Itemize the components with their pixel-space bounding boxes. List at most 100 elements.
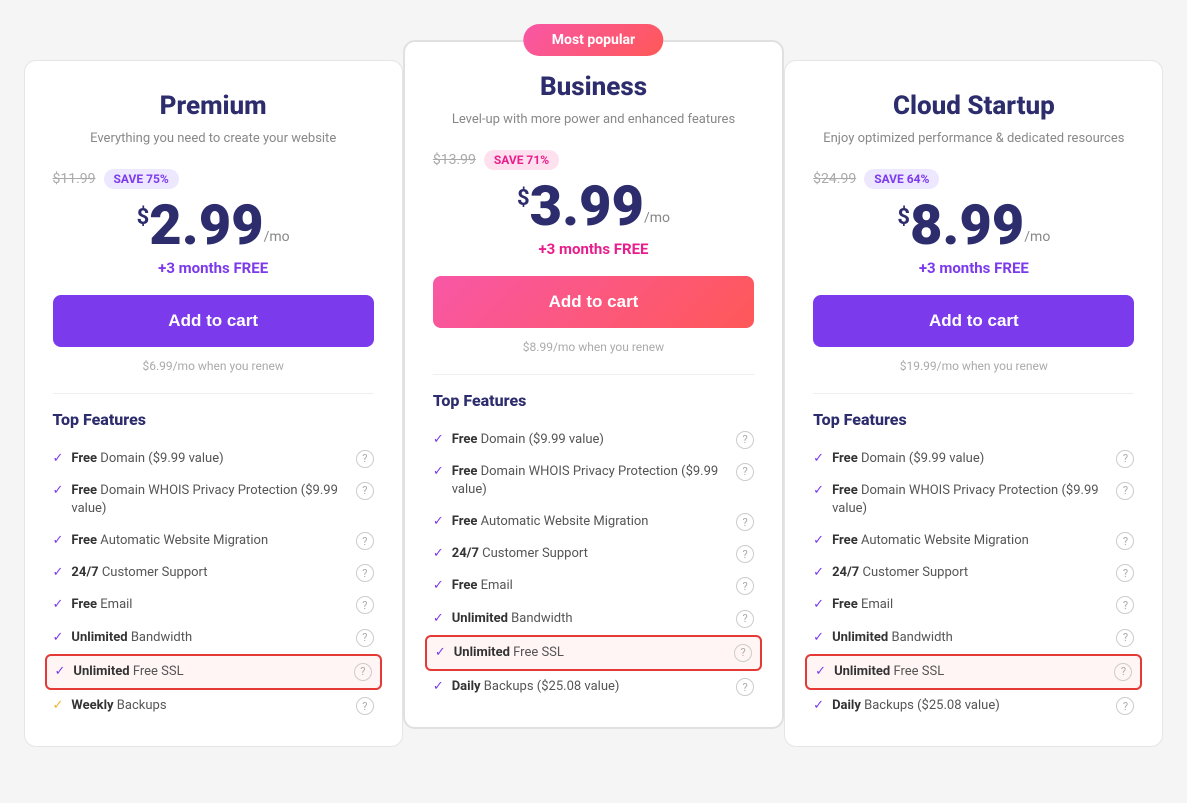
help-icon-premium-6[interactable]: ? bbox=[354, 663, 372, 681]
add-to-cart-button-premium[interactable]: Add to cart bbox=[53, 295, 374, 347]
price-per-cloud-startup: /mo bbox=[1024, 229, 1050, 245]
feature-text-cloud-startup-0: Free Domain ($9.99 value) bbox=[832, 450, 984, 468]
check-icon-business-4: ✓ bbox=[433, 578, 444, 593]
add-to-cart-button-cloud-startup[interactable]: Add to cart bbox=[813, 295, 1134, 347]
help-icon-premium-3[interactable]: ? bbox=[356, 564, 374, 582]
price-amount-premium: 2.99 bbox=[149, 197, 263, 253]
help-icon-business-3[interactable]: ? bbox=[736, 545, 754, 563]
check-icon-premium-7: ✓ bbox=[53, 698, 64, 713]
feature-left-premium-2: ✓ Free Automatic Website Migration bbox=[53, 532, 348, 550]
check-icon-business-6: ✓ bbox=[435, 645, 446, 660]
help-icon-cloud-startup-4[interactable]: ? bbox=[1116, 596, 1134, 614]
card-subtitle-premium: Everything you need to create your websi… bbox=[53, 129, 374, 149]
help-icon-business-2[interactable]: ? bbox=[736, 513, 754, 531]
check-icon-cloud-startup-3: ✓ bbox=[813, 565, 824, 580]
check-icon-business-5: ✓ bbox=[433, 611, 444, 626]
check-icon-cloud-startup-4: ✓ bbox=[813, 597, 824, 612]
check-icon-cloud-startup-5: ✓ bbox=[813, 630, 824, 645]
help-icon-business-4[interactable]: ? bbox=[736, 577, 754, 595]
feature-left-cloud-startup-7: ✓ Daily Backups ($25.08 value) bbox=[813, 697, 1108, 715]
save-badge-premium: SAVE 75% bbox=[104, 169, 179, 189]
pricing-meta-business: $13.99 SAVE 71% bbox=[433, 150, 754, 170]
feature-left-business-3: ✓ 24/7 Customer Support bbox=[433, 545, 728, 563]
feature-list-cloud-startup: ✓ Free Domain ($9.99 value) ? ✓ Free Dom… bbox=[813, 443, 1134, 723]
feature-item-cloud-startup-5: ✓ Unlimited Bandwidth ? bbox=[813, 622, 1134, 654]
help-icon-premium-4[interactable]: ? bbox=[356, 596, 374, 614]
feature-text-premium-1: Free Domain WHOIS Privacy Protection ($9… bbox=[71, 482, 347, 518]
help-icon-business-0[interactable]: ? bbox=[736, 431, 754, 449]
feature-left-cloud-startup-5: ✓ Unlimited Bandwidth bbox=[813, 629, 1108, 647]
help-icon-premium-0[interactable]: ? bbox=[356, 450, 374, 468]
check-icon-premium-1: ✓ bbox=[53, 483, 64, 498]
check-icon-business-7: ✓ bbox=[433, 679, 444, 694]
help-icon-business-5[interactable]: ? bbox=[736, 610, 754, 628]
check-icon-premium-2: ✓ bbox=[53, 533, 64, 548]
price-row-premium: $ 2.99 /mo bbox=[53, 197, 374, 253]
help-icon-cloud-startup-3[interactable]: ? bbox=[1116, 564, 1134, 582]
feature-item-premium-6: ✓ Unlimited Free SSL ? bbox=[45, 654, 382, 690]
feature-item-premium-7: ✓ Weekly Backups ? bbox=[53, 690, 374, 722]
feature-left-business-7: ✓ Daily Backups ($25.08 value) bbox=[433, 678, 728, 696]
help-icon-cloud-startup-2[interactable]: ? bbox=[1116, 532, 1134, 550]
free-months-business: +3 months FREE bbox=[433, 240, 754, 258]
feature-left-premium-3: ✓ 24/7 Customer Support bbox=[53, 564, 348, 582]
divider-premium bbox=[53, 393, 374, 394]
help-icon-premium-1[interactable]: ? bbox=[356, 482, 374, 500]
help-icon-cloud-startup-6[interactable]: ? bbox=[1114, 663, 1132, 681]
check-icon-business-2: ✓ bbox=[433, 514, 444, 529]
help-icon-premium-2[interactable]: ? bbox=[356, 532, 374, 550]
feature-left-business-6: ✓ Unlimited Free SSL bbox=[435, 644, 726, 662]
feature-left-premium-5: ✓ Unlimited Bandwidth bbox=[53, 629, 348, 647]
card-subtitle-cloud-startup: Enjoy optimized performance & dedicated … bbox=[813, 129, 1134, 149]
help-icon-cloud-startup-5[interactable]: ? bbox=[1116, 629, 1134, 647]
pricing-card-business: Most popularBusinessLevel-up with more p… bbox=[403, 40, 784, 729]
help-icon-cloud-startup-1[interactable]: ? bbox=[1116, 482, 1134, 500]
feature-text-business-1: Free Domain WHOIS Privacy Protection ($9… bbox=[452, 463, 728, 499]
help-icon-business-1[interactable]: ? bbox=[736, 463, 754, 481]
feature-text-cloud-startup-3: 24/7 Customer Support bbox=[832, 564, 968, 582]
pricing-card-cloud-startup: Cloud StartupEnjoy optimized performance… bbox=[784, 60, 1163, 747]
help-icon-premium-5[interactable]: ? bbox=[356, 629, 374, 647]
features-title-premium: Top Features bbox=[53, 410, 374, 429]
feature-item-premium-3: ✓ 24/7 Customer Support ? bbox=[53, 557, 374, 589]
add-to-cart-button-business[interactable]: Add to cart bbox=[433, 276, 754, 328]
check-icon-premium-4: ✓ bbox=[53, 597, 64, 612]
feature-text-business-6: Unlimited Free SSL bbox=[454, 644, 564, 662]
price-amount-cloud-startup: 8.99 bbox=[910, 197, 1024, 253]
help-icon-business-7[interactable]: ? bbox=[736, 678, 754, 696]
check-icon-cloud-startup-2: ✓ bbox=[813, 533, 824, 548]
feature-left-cloud-startup-6: ✓ Unlimited Free SSL bbox=[815, 663, 1106, 681]
feature-item-business-6: ✓ Unlimited Free SSL ? bbox=[425, 635, 762, 671]
help-icon-cloud-startup-7[interactable]: ? bbox=[1116, 697, 1134, 715]
check-icon-premium-0: ✓ bbox=[53, 451, 64, 466]
feature-item-business-0: ✓ Free Domain ($9.99 value) ? bbox=[433, 424, 754, 456]
feature-text-premium-5: Unlimited Bandwidth bbox=[71, 629, 192, 647]
feature-text-business-4: Free Email bbox=[452, 577, 513, 595]
help-icon-cloud-startup-0[interactable]: ? bbox=[1116, 450, 1134, 468]
card-title-premium: Premium bbox=[53, 91, 374, 121]
check-icon-premium-5: ✓ bbox=[53, 630, 64, 645]
card-title-business: Business bbox=[433, 72, 754, 102]
feature-item-premium-5: ✓ Unlimited Bandwidth ? bbox=[53, 622, 374, 654]
feature-item-business-5: ✓ Unlimited Bandwidth ? bbox=[433, 603, 754, 635]
feature-item-business-7: ✓ Daily Backups ($25.08 value) ? bbox=[433, 671, 754, 703]
feature-text-cloud-startup-7: Daily Backups ($25.08 value) bbox=[832, 697, 1000, 715]
feature-item-cloud-startup-6: ✓ Unlimited Free SSL ? bbox=[805, 654, 1142, 690]
feature-left-cloud-startup-2: ✓ Free Automatic Website Migration bbox=[813, 532, 1108, 550]
features-title-business: Top Features bbox=[433, 391, 754, 410]
feature-item-cloud-startup-1: ✓ Free Domain WHOIS Privacy Protection (… bbox=[813, 475, 1134, 525]
feature-item-premium-0: ✓ Free Domain ($9.99 value) ? bbox=[53, 443, 374, 475]
feature-item-premium-1: ✓ Free Domain WHOIS Privacy Protection (… bbox=[53, 475, 374, 525]
feature-left-business-1: ✓ Free Domain WHOIS Privacy Protection (… bbox=[433, 463, 728, 499]
check-icon-premium-3: ✓ bbox=[53, 565, 64, 580]
renew-price-cloud-startup: $19.99/mo when you renew bbox=[813, 359, 1134, 373]
feature-left-business-2: ✓ Free Automatic Website Migration bbox=[433, 513, 728, 531]
feature-item-premium-4: ✓ Free Email ? bbox=[53, 589, 374, 621]
divider-business bbox=[433, 374, 754, 375]
features-title-cloud-startup: Top Features bbox=[813, 410, 1134, 429]
save-badge-business: SAVE 71% bbox=[484, 150, 559, 170]
help-icon-premium-7[interactable]: ? bbox=[356, 697, 374, 715]
feature-item-premium-2: ✓ Free Automatic Website Migration ? bbox=[53, 525, 374, 557]
help-icon-business-6[interactable]: ? bbox=[734, 644, 752, 662]
free-months-cloud-startup: +3 months FREE bbox=[813, 259, 1134, 277]
